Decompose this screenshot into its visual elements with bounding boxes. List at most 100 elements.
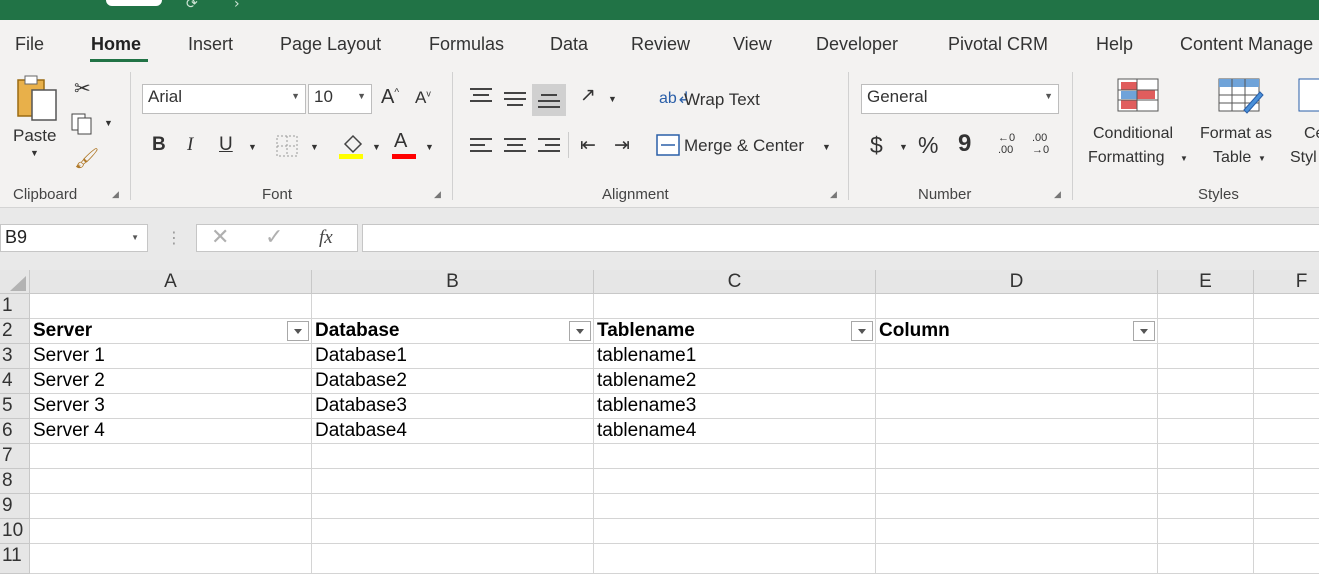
cell-e9[interactable] (1158, 494, 1254, 519)
column-header-d[interactable]: D (876, 270, 1158, 294)
merge-dropdown-icon[interactable]: ▼ (822, 142, 831, 152)
cell-b7[interactable] (312, 444, 594, 469)
conditional-formatting-icon[interactable] (1117, 78, 1161, 114)
cell-a10[interactable] (30, 519, 312, 544)
cell-c8[interactable] (594, 469, 876, 494)
orientation-icon[interactable]: ↗ (580, 84, 596, 107)
cell-styles-label-2[interactable]: Styl (1290, 149, 1317, 167)
cell-c10[interactable] (594, 519, 876, 544)
table-header-database[interactable]: Database (312, 319, 594, 344)
tab-page-layout[interactable]: Page Layout (280, 34, 381, 55)
tab-pivotal-crm[interactable]: Pivotal CRM (948, 34, 1048, 55)
percent-button[interactable]: % (918, 132, 938, 159)
table-header-tablename[interactable]: Tablename (594, 319, 876, 344)
cell-b8[interactable] (312, 469, 594, 494)
cell-e2[interactable] (1158, 319, 1254, 344)
cell-f2[interactable] (1254, 319, 1319, 344)
paste-dropdown-icon[interactable]: ▼ (30, 148, 39, 158)
middle-align-icon[interactable] (504, 92, 526, 108)
cell-f9[interactable] (1254, 494, 1319, 519)
increase-indent-icon[interactable]: ⇥ (614, 134, 630, 157)
cell-c9[interactable] (594, 494, 876, 519)
table-header-column[interactable]: Column (876, 319, 1158, 344)
cell-e8[interactable] (1158, 469, 1254, 494)
tab-data[interactable]: Data (550, 34, 588, 55)
decrease-indent-icon[interactable]: ⇤ (580, 134, 596, 157)
table-cell-c3[interactable]: tablename1 (594, 344, 876, 369)
cell-c1[interactable] (594, 294, 876, 319)
select-all-corner[interactable] (0, 270, 30, 294)
redo-icon[interactable]: ⟳ (186, 0, 198, 12)
cell-b1[interactable] (312, 294, 594, 319)
formula-input[interactable] (362, 224, 1319, 252)
decrease-font-size-button[interactable]: Av (415, 88, 431, 108)
cell-d11[interactable] (876, 544, 1158, 574)
cell-a1[interactable] (30, 294, 312, 319)
row-header-3[interactable]: 3 (0, 344, 30, 369)
conditional-formatting-label-2[interactable]: Formatting (1088, 149, 1164, 167)
row-header-1[interactable]: 1 (0, 294, 30, 319)
fill-color-icon[interactable] (339, 132, 367, 160)
fill-color-dropdown-icon[interactable]: ▼ (372, 142, 381, 152)
insert-function-button[interactable]: fx (319, 227, 333, 249)
wrap-text-button[interactable]: Wrap Text (684, 90, 760, 110)
table-cell-c6[interactable]: tablename4 (594, 419, 876, 444)
cell-f4[interactable] (1254, 369, 1319, 394)
underline-button[interactable]: U (219, 134, 233, 156)
cell-d9[interactable] (876, 494, 1158, 519)
table-cell-c4[interactable]: tablename2 (594, 369, 876, 394)
filter-dropdown-icon[interactable] (851, 321, 873, 341)
cell-f7[interactable] (1254, 444, 1319, 469)
cell-e7[interactable] (1158, 444, 1254, 469)
row-header-5[interactable]: 5 (0, 394, 30, 419)
tab-developer[interactable]: Developer (816, 34, 898, 55)
table-cell-d5[interactable] (876, 394, 1158, 419)
cell-e6[interactable] (1158, 419, 1254, 444)
align-left-icon[interactable] (470, 138, 492, 154)
cell-styles-label[interactable]: Ce (1304, 125, 1319, 143)
clipboard-launcher-icon[interactable]: ◢ (112, 190, 119, 200)
cell-a9[interactable] (30, 494, 312, 519)
cell-b11[interactable] (312, 544, 594, 574)
cell-c7[interactable] (594, 444, 876, 469)
number-format-select[interactable]: General ▼ (861, 84, 1059, 114)
alignment-launcher-icon[interactable]: ◢ (830, 190, 837, 200)
font-launcher-icon[interactable]: ◢ (434, 190, 441, 200)
cell-f11[interactable] (1254, 544, 1319, 574)
cell-a11[interactable] (30, 544, 312, 574)
currency-dropdown-icon[interactable]: ▼ (899, 142, 908, 152)
column-header-a[interactable]: A (30, 270, 312, 294)
tab-content-manager[interactable]: Content Manage (1180, 34, 1313, 55)
cell-styles-icon[interactable] (1298, 78, 1319, 116)
table-cell-b3[interactable]: Database1 (312, 344, 594, 369)
table-cell-b6[interactable]: Database4 (312, 419, 594, 444)
cell-e1[interactable] (1158, 294, 1254, 319)
orientation-dropdown-icon[interactable]: ▼ (608, 94, 617, 104)
bold-button[interactable]: B (152, 134, 166, 156)
cell-f5[interactable] (1254, 394, 1319, 419)
cell-d7[interactable] (876, 444, 1158, 469)
table-cell-c5[interactable]: tablename3 (594, 394, 876, 419)
column-header-e[interactable]: E (1158, 270, 1254, 294)
currency-button[interactable]: $ (870, 132, 883, 159)
enter-icon[interactable]: ✓ (265, 225, 283, 250)
row-header-10[interactable]: 10 (0, 519, 30, 544)
table-cell-a5[interactable]: Server 3 (30, 394, 312, 419)
cell-e5[interactable] (1158, 394, 1254, 419)
underline-dropdown-icon[interactable]: ▼ (248, 142, 257, 152)
cell-c11[interactable] (594, 544, 876, 574)
conditional-formatting-dropdown-icon[interactable]: ▼ (1180, 154, 1188, 163)
format-as-table-label[interactable]: Format as (1200, 125, 1272, 143)
row-header-6[interactable]: 6 (0, 419, 30, 444)
cell-e10[interactable] (1158, 519, 1254, 544)
row-header-7[interactable]: 7 (0, 444, 30, 469)
table-cell-d6[interactable] (876, 419, 1158, 444)
cell-d1[interactable] (876, 294, 1158, 319)
font-color-dropdown-icon[interactable]: ▼ (425, 142, 434, 152)
column-header-f[interactable]: F (1254, 270, 1319, 294)
column-header-b[interactable]: B (312, 270, 594, 294)
cell-f6[interactable] (1254, 419, 1319, 444)
top-align-icon[interactable] (470, 88, 492, 104)
cell-a7[interactable] (30, 444, 312, 469)
chevron-right-icon[interactable]: › (234, 0, 240, 12)
